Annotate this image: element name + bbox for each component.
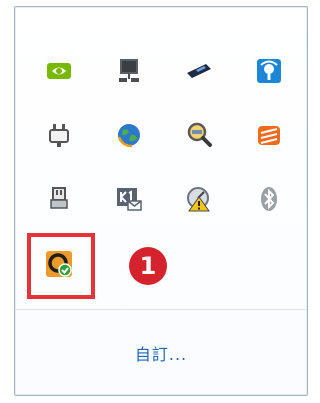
network-monitor-icon[interactable] bbox=[109, 51, 149, 91]
highlight-box bbox=[27, 233, 95, 299]
notification-overflow-panel: 1 自訂... bbox=[14, 6, 308, 396]
nvidia-icon[interactable] bbox=[39, 51, 79, 91]
customize-link[interactable]: 自訂... bbox=[15, 341, 307, 365]
magnifier-icon[interactable] bbox=[179, 115, 219, 155]
orange-app-icon[interactable] bbox=[249, 115, 289, 155]
card-reader-icon[interactable] bbox=[179, 51, 219, 91]
step-badge: 1 bbox=[129, 247, 167, 285]
bluetooth-icon[interactable] bbox=[249, 179, 289, 219]
safely-remove-hardware-icon[interactable] bbox=[39, 179, 79, 219]
globe-sync-icon[interactable] bbox=[109, 115, 149, 155]
power-plug-icon[interactable] bbox=[39, 115, 79, 155]
warning-gauge-icon[interactable] bbox=[179, 179, 219, 219]
wireless-signal-icon[interactable] bbox=[249, 51, 289, 91]
divider bbox=[15, 309, 307, 310]
k1-mail-icon[interactable] bbox=[109, 179, 149, 219]
